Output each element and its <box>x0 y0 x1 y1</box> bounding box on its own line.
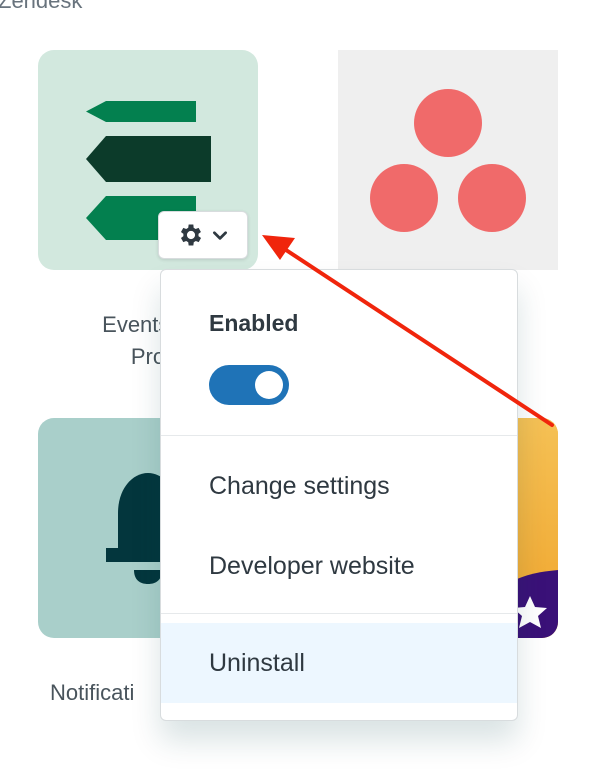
menu-item-developer-website[interactable]: Developer website <box>161 530 517 602</box>
app-settings-menu: Enabled Change settings Developer websit… <box>160 269 518 721</box>
menu-item-change-settings[interactable]: Change settings <box>161 450 517 522</box>
menu-divider <box>161 613 517 614</box>
menu-item-uninstall[interactable]: Uninstall <box>161 623 517 703</box>
asana-logo-icon <box>370 89 526 232</box>
chevron-down-icon <box>213 231 227 240</box>
toggle-knob <box>255 371 283 399</box>
gear-icon <box>180 224 202 246</box>
app-grid-page: Zendesk Events M Pro Notificati Enabled … <box>0 0 608 780</box>
enabled-heading: Enabled <box>209 310 299 336</box>
enabled-toggle[interactable] <box>209 365 289 405</box>
app-card-asana-icon[interactable] <box>338 50 558 270</box>
vendor-label: Zendesk <box>0 0 83 13</box>
menu-divider <box>161 435 517 436</box>
app-settings-gear-button[interactable] <box>158 211 248 259</box>
